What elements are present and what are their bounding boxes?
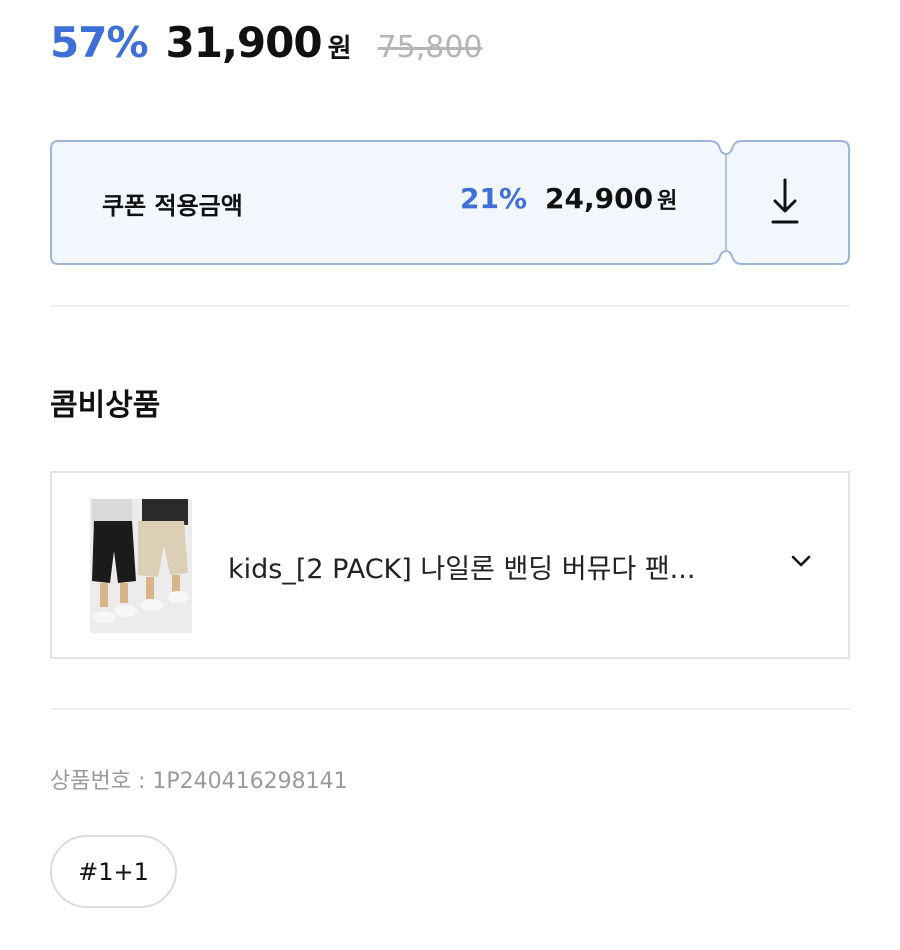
combo-product-thumbnail xyxy=(90,499,192,633)
coupon-label: 쿠폰 적용금액 xyxy=(102,192,243,220)
price-row: 57% 31,900 원 75,800 xyxy=(50,18,483,78)
combo-section-title: 콤비상품 xyxy=(50,388,161,423)
coupon-price-value: 24,900 xyxy=(545,182,654,215)
section-divider xyxy=(50,305,850,307)
chevron-down-icon[interactable] xyxy=(788,551,814,571)
product-number: 상품번호 : 1P240416298141 xyxy=(50,763,348,795)
hashtag-chip[interactable]: #1+1 xyxy=(50,835,177,908)
coupon-banner[interactable]: 쿠폰 적용금액 21% 24,900 원 xyxy=(50,140,850,265)
coupon-discount-rate: 21% xyxy=(460,182,528,215)
download-arrow-icon[interactable] xyxy=(765,174,805,230)
sale-price: 31,900 xyxy=(165,18,323,67)
sale-price-currency: 원 xyxy=(327,34,352,64)
combo-product-selector[interactable]: kids_[2 PACK] 나일론 밴딩 버뮤다 팬... xyxy=(50,471,850,659)
coupon-price: 24,900 원 xyxy=(545,182,677,215)
product-number-value: 1P240416298141 xyxy=(152,769,348,794)
product-number-label: 상품번호 : xyxy=(50,769,153,794)
discount-rate: 57% xyxy=(50,18,149,67)
combo-product-name: kids_[2 PACK] 나일론 밴딩 버뮤다 팬... xyxy=(228,554,696,585)
original-price: 75,800 xyxy=(377,30,483,65)
coupon-price-currency: 원 xyxy=(657,189,678,214)
section-divider xyxy=(50,708,850,710)
